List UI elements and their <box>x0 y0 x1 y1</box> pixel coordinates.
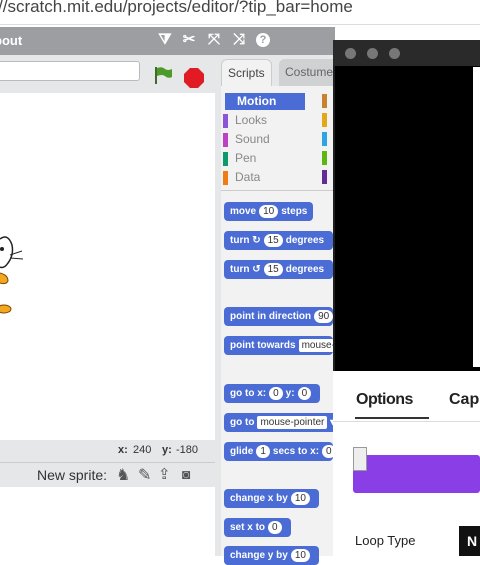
block-point-towards[interactable]: point towards mouse- <box>224 336 333 355</box>
block-go-to[interactable]: go tomouse-pointer ▾ <box>224 413 342 432</box>
loop-type-button[interactable]: N <box>459 526 480 556</box>
mouse-coordinates: x: 240 y: -180 <box>0 440 215 462</box>
category-more-blocks-swatch[interactable] <box>322 170 327 184</box>
new-sprite-bar: New sprite: ♞ ✎ ⇪ ◙ <box>0 462 215 488</box>
block-set-x[interactable]: set x to 0 <box>224 518 291 537</box>
tab-divider <box>333 421 480 422</box>
rotate-left-icon: ↺ <box>252 264 261 275</box>
block-turn-left[interactable]: turn ↺ 15 degrees <box>224 260 333 279</box>
stop-sign-icon[interactable] <box>183 67 205 89</box>
duplicate-stamp-icon[interactable]: ⧩ <box>156 31 174 49</box>
stage-canvas[interactable] <box>0 93 216 441</box>
tab-options[interactable]: Options <box>356 391 413 409</box>
tab-capture[interactable]: Cap <box>449 391 479 409</box>
camera-icon[interactable]: ◙ <box>182 466 190 482</box>
category-events-swatch[interactable] <box>322 94 327 108</box>
menu-about[interactable]: bout <box>0 33 22 48</box>
x-value: 240 <box>133 444 152 456</box>
category-pen[interactable]: Pen <box>223 150 303 167</box>
cat-sprite[interactable] <box>0 233 28 315</box>
recorder-preview <box>335 66 480 410</box>
window-close-icon[interactable] <box>345 48 356 59</box>
block-turn-right[interactable]: turn ↻ 15 degrees <box>224 231 333 250</box>
category-operators-swatch[interactable] <box>322 151 327 165</box>
paint-brush-icon[interactable]: ✎ <box>138 465 151 485</box>
timeline-handle[interactable] <box>353 447 367 471</box>
category-motion[interactable]: Motion <box>225 93 305 110</box>
project-name-field[interactable] <box>0 61 140 81</box>
y-value: -180 <box>176 444 199 456</box>
shrink-icon[interactable]: ⤨ <box>230 31 248 49</box>
recorder-window: Options Cap Loop Type N <box>333 40 480 556</box>
active-tab-underline <box>355 417 429 419</box>
category-data[interactable]: Data <box>223 169 303 186</box>
sprite-library-icon[interactable]: ♞ <box>116 465 130 485</box>
tab-costumes[interactable]: Costume <box>279 59 340 86</box>
url-text: //scratch.mit.edu/projects/editor/?tip_b… <box>0 0 353 16</box>
browser-url-bar[interactable]: //scratch.mit.edu/projects/editor/?tip_b… <box>0 0 480 25</box>
block-point-in-direction[interactable]: point in direction 90 <box>224 307 333 326</box>
green-flag-icon[interactable] <box>152 65 174 85</box>
loop-type-label: Loop Type <box>355 533 416 548</box>
preview-document-edge <box>473 67 480 367</box>
new-sprite-label: New sprite: <box>37 467 108 483</box>
cut-scissors-icon[interactable]: ✂ <box>180 31 198 49</box>
block-go-to-xy[interactable]: go to x: 0 y: 0 <box>224 384 321 403</box>
x-label: x: <box>118 444 128 456</box>
category-sensing-swatch[interactable] <box>322 132 327 146</box>
palette-divider <box>221 190 335 191</box>
block-glide[interactable]: glide 1 secs to x: 0 <box>224 442 333 461</box>
y-label: y: <box>162 444 172 456</box>
grow-icon[interactable]: ⤧ <box>205 31 223 49</box>
help-icon[interactable]: ? <box>256 33 270 47</box>
tab-scripts[interactable]: Scripts <box>221 59 272 87</box>
timeline-track[interactable] <box>353 455 480 493</box>
upload-sprite-icon[interactable]: ⇪ <box>158 465 171 483</box>
editor-tabs: Scripts Costume <box>221 55 340 87</box>
window-maximize-icon[interactable] <box>389 48 400 59</box>
sprite-list-pane <box>0 487 215 556</box>
window-minimize-icon[interactable] <box>367 48 378 59</box>
category-sound[interactable]: Sound <box>223 131 303 148</box>
recorder-title-bar <box>333 40 480 66</box>
rotate-right-icon: ↻ <box>252 235 261 246</box>
block-change-x[interactable]: change x by 10 <box>224 489 319 508</box>
category-control-swatch[interactable] <box>322 113 327 127</box>
block-move-steps[interactable]: move 10 steps <box>224 202 314 221</box>
category-looks[interactable]: Looks <box>223 112 303 129</box>
recorder-options-panel: Options Cap Loop Type N <box>333 371 480 556</box>
editor-menu-bar: bout ⧩ ✂ ⤧ ⤨ ? <box>0 27 335 55</box>
